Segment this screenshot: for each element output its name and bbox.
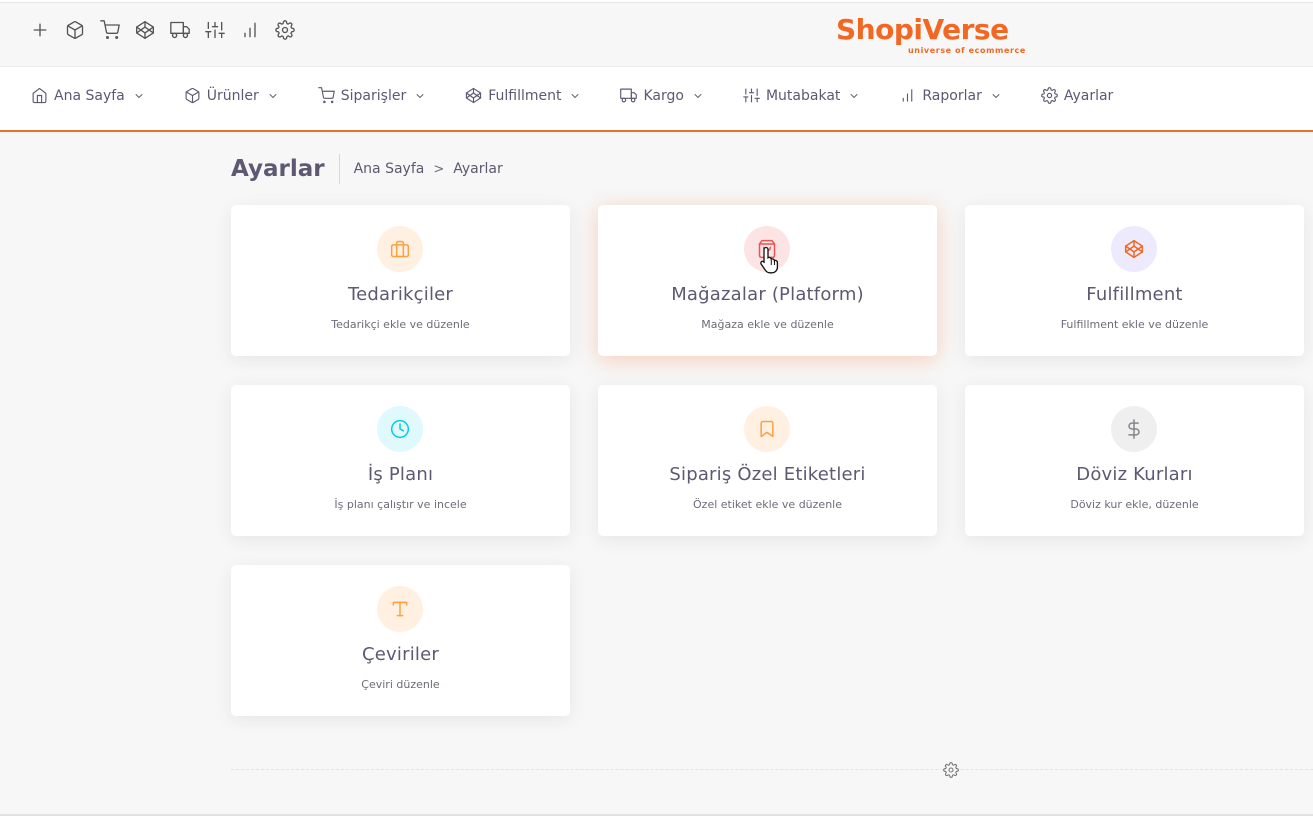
nav-item-label: Raporlar <box>922 87 982 104</box>
nav-item-label: Mutabakat <box>765 87 841 104</box>
box-icon <box>185 87 200 104</box>
card-avatar <box>1111 226 1157 272</box>
nav-item-sliders[interactable]: Mutabakat <box>743 87 860 104</box>
card-avatar <box>1111 406 1157 452</box>
briefcase-icon <box>390 240 410 258</box>
breadcrumb: Ana Sayfa > Ayarlar <box>354 161 503 177</box>
settings-card[interactable]: Tedarikçiler Tedarikçi ekle ve düzenle <box>231 205 570 356</box>
nav-item-bar-chart[interactable]: Raporlar <box>899 87 1001 104</box>
settings-card[interactable]: İş Planı İş planı çalıştır ve incele <box>231 385 570 536</box>
clock-icon <box>390 419 410 439</box>
card-avatar <box>744 406 790 452</box>
cart-icon[interactable] <box>98 18 122 42</box>
card-avatar <box>377 406 423 452</box>
nav-items: Ana Sayfa Ürünler Siparişler Fulfillment Kar… <box>31 87 1152 104</box>
chevron-down-icon <box>135 93 143 98</box>
breadcrumb-separator: > <box>433 161 445 177</box>
box-icon[interactable] <box>63 18 87 42</box>
main-navbar: Ana Sayfa Ürünler Siparişler Fulfillment Kar… <box>0 66 1313 132</box>
nav-item-truck[interactable]: Kargo <box>620 87 703 104</box>
footer-divider <box>231 769 1313 770</box>
settings-icon <box>1041 87 1058 104</box>
settings-card[interactable]: Çeviriler Çeviri düzenle <box>231 565 570 716</box>
card-subtitle: Tedarikçi ekle ve düzenle <box>331 318 470 331</box>
card-subtitle: İş planı çalıştır ve incele <box>334 498 467 511</box>
card-title: Çeviriler <box>362 644 439 665</box>
cart-icon <box>317 87 335 104</box>
card-subtitle: Mağaza ekle ve düzenle <box>701 318 834 331</box>
codepen-icon[interactable] <box>133 18 157 42</box>
card-subtitle: Döviz kur ekle, düzenle <box>1070 498 1199 511</box>
top-bar: ShopiVerse universe of ecommerce <box>0 3 1313 66</box>
nav-item-settings[interactable]: Ayarlar <box>1041 87 1113 104</box>
bar-chart-icon[interactable] <box>238 18 262 42</box>
nav-item-label: Ayarlar <box>1063 87 1114 104</box>
nav-item-label: Ana Sayfa <box>54 87 125 104</box>
nav-item-label: Fulfillment <box>488 87 562 104</box>
chevron-down-icon <box>850 93 858 98</box>
nav-item-home[interactable]: Ana Sayfa <box>31 87 145 104</box>
home-icon <box>32 87 47 104</box>
settings-card[interactable]: Döviz Kurları Döviz kur ekle, düzenle <box>965 385 1304 536</box>
chevron-down-icon <box>572 93 579 98</box>
brand-logo[interactable]: ShopiVerse universe of ecommerce <box>836 13 1025 59</box>
card-subtitle: Çeviri düzenle <box>361 678 440 691</box>
card-title: Sipariş Özel Etiketleri <box>669 464 866 485</box>
card-avatar <box>744 226 790 272</box>
card-avatar <box>377 226 423 272</box>
dollar-icon <box>1128 419 1140 439</box>
sliders-icon[interactable] <box>203 18 227 42</box>
settings-card[interactable]: Fulfillment Fulfillment ekle ve düzenle <box>965 205 1304 356</box>
quick-toolbar <box>28 18 297 42</box>
card-subtitle: Özel etiket ekle ve düzenle <box>693 498 842 511</box>
breadcrumb-current: Ayarlar <box>453 161 503 177</box>
card-title: İş Planı <box>367 464 434 485</box>
card-title: Tedarikçiler <box>347 284 454 305</box>
shopping-bag-icon <box>758 239 776 259</box>
brand-tagline: universe of ecommerce <box>908 46 1026 55</box>
truck-icon <box>620 88 638 103</box>
nav-item-codepen[interactable]: Fulfillment <box>465 87 581 104</box>
nav-item-label: Siparişler <box>340 87 407 104</box>
card-title: Döviz Kurları <box>1076 464 1193 485</box>
page-header: Ayarlar Ana Sayfa > Ayarlar <box>231 154 503 184</box>
bar-chart-icon <box>903 89 913 102</box>
plus-icon[interactable] <box>28 18 52 42</box>
settings-card[interactable]: Sipariş Özel Etiketleri Özel etiket ekle … <box>598 385 937 536</box>
nav-item-label: Ürünler <box>206 87 259 104</box>
chevron-down-icon <box>992 93 1000 98</box>
breadcrumb-home-link[interactable]: Ana Sayfa <box>354 161 425 177</box>
bookmark-icon <box>760 420 774 438</box>
sliders-icon <box>743 88 760 103</box>
codepen-icon <box>1124 239 1144 259</box>
codepen-icon <box>466 87 482 104</box>
card-title: Fulfillment <box>1086 284 1183 305</box>
chevron-down-icon <box>694 93 702 98</box>
page-title: Ayarlar <box>231 154 340 184</box>
truck-icon[interactable] <box>168 18 192 42</box>
settings-card[interactable]: Mağazalar (Platform) Mağaza ekle ve düzen… <box>598 205 937 356</box>
type-icon <box>392 601 408 617</box>
nav-item-box[interactable]: Ürünler <box>184 87 279 104</box>
nav-item-cart[interactable]: Siparişler <box>317 87 426 104</box>
customizer-gear-icon[interactable] <box>943 762 959 778</box>
chevron-down-icon <box>416 93 424 98</box>
card-title: Mağazalar (Platform) <box>671 284 864 305</box>
settings-icon[interactable] <box>273 18 297 42</box>
card-subtitle: Fulfillment ekle ve düzenle <box>1060 318 1209 331</box>
chevron-down-icon <box>269 93 277 98</box>
brand-name: ShopiVerse <box>836 13 1009 46</box>
nav-item-label: Kargo <box>643 87 684 104</box>
card-avatar <box>377 586 423 632</box>
